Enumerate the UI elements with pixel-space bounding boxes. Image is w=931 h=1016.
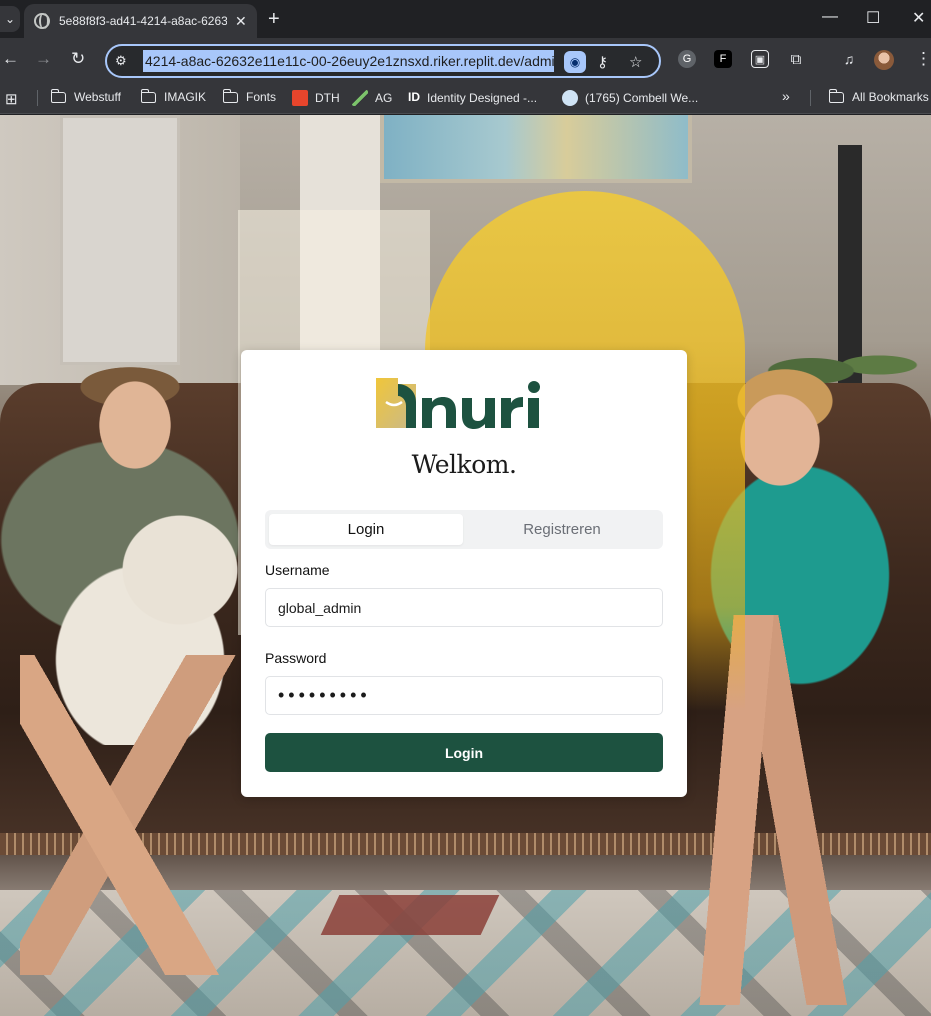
maximize-button[interactable]: ☐ <box>866 8 880 28</box>
grammarly-extension-icon[interactable]: G <box>678 50 696 68</box>
folder-icon <box>140 88 156 103</box>
browser-tab[interactable]: 5e88f8f3-ad41-4214-a8ac-62632e11e11c ✕ <box>24 4 257 38</box>
bookmark-combell[interactable]: (1765) Combell We... <box>562 90 698 106</box>
new-tab-button[interactable]: + <box>268 8 280 31</box>
forward-icon[interactable]: → <box>35 49 52 69</box>
folder-icon <box>50 88 66 103</box>
tab-title: 5e88f8f3-ad41-4214-a8ac-62632e11e11c <box>59 14 227 28</box>
bookmark-dth[interactable]: DTH <box>292 90 340 106</box>
apps-grid-icon[interactable]: ⊞ <box>5 90 18 108</box>
bookmark-fonts[interactable]: Fonts <box>222 88 276 104</box>
identity-designed-icon: ID <box>408 90 420 104</box>
menu-kebab-icon[interactable]: ⋮ <box>915 49 931 69</box>
tab-login[interactable]: Login <box>269 514 463 545</box>
welcome-heading: Welkom. <box>411 450 517 479</box>
browser-toolbar: ← → ↻ ⚙ 4214-a8ac-62632e11e11c-00-26euy2… <box>0 38 931 82</box>
background-world-map <box>380 115 692 183</box>
bookmarks-separator <box>810 90 811 106</box>
close-window-button[interactable]: ✕ <box>912 8 925 28</box>
all-bookmarks[interactable]: All Bookmarks <box>828 88 929 104</box>
tab-search-button[interactable]: ⌄ <box>0 6 20 32</box>
minimize-button[interactable]: — <box>822 8 838 26</box>
bookmarks-overflow-icon[interactable]: » <box>782 88 790 104</box>
password-key-icon[interactable]: ⚷ <box>597 53 608 71</box>
bookmark-webstuff[interactable]: Webstuff <box>50 88 121 104</box>
extension-f-icon[interactable]: F <box>714 50 732 68</box>
url-text[interactable]: 4214-a8ac-62632e11e11c-00-26euy2e1znsxd.… <box>143 50 554 72</box>
profile-avatar[interactable] <box>874 50 894 70</box>
screenshot-extension-icon[interactable]: ▣ <box>751 50 769 68</box>
folder-icon <box>222 88 238 103</box>
login-page: Welkom. Login Registreren Username globa… <box>0 115 931 1016</box>
bookmarks-bar: ⊞ Webstuff IMAGIK Fonts DTH AG ID Identit… <box>0 82 931 114</box>
bookmark-star-icon[interactable]: ☆ <box>629 53 642 71</box>
folder-icon <box>828 88 844 103</box>
username-label: Username <box>265 562 330 578</box>
background-legs-left <box>20 655 250 975</box>
extensions-puzzle-icon[interactable]: ⧉ <box>787 50 805 68</box>
dth-site-icon <box>292 90 308 106</box>
password-label: Password <box>265 650 327 666</box>
bookmarks-separator <box>37 90 38 106</box>
globe-icon <box>34 13 50 29</box>
tab-strip: ⌄ 5e88f8f3-ad41-4214-a8ac-62632e11e11c ✕… <box>0 0 931 38</box>
nuri-logo <box>376 378 540 429</box>
address-bar[interactable]: ⚙ 4214-a8ac-62632e11e11c-00-26euy2e1znsx… <box>105 44 661 78</box>
login-card: Welkom. Login Registreren Username globa… <box>241 350 687 797</box>
reload-icon[interactable]: ↻ <box>71 49 85 69</box>
media-control-icon[interactable]: ♫ <box>840 50 858 68</box>
username-input[interactable]: global_admin <box>265 588 663 627</box>
background-door <box>60 115 180 365</box>
tab-register[interactable]: Registreren <box>465 514 659 545</box>
auth-tabs: Login Registreren <box>265 510 663 549</box>
bookmark-identity-designed[interactable]: ID Identity Designed -... <box>408 90 537 106</box>
password-input[interactable]: ••••••••• <box>265 676 663 715</box>
back-icon[interactable]: ← <box>2 49 19 69</box>
ag-site-icon <box>352 90 368 106</box>
site-settings-icon[interactable]: ⚙ <box>115 53 135 69</box>
background-rug-pattern <box>320 895 500 935</box>
tab-close-icon[interactable]: ✕ <box>235 13 247 30</box>
bookmark-ag[interactable]: AG <box>352 90 392 106</box>
login-button[interactable]: Login <box>265 733 663 772</box>
bookmark-imagik[interactable]: IMAGIK <box>140 88 206 104</box>
combell-site-icon <box>562 90 578 106</box>
google-lens-icon[interactable]: ◉ <box>564 51 586 73</box>
